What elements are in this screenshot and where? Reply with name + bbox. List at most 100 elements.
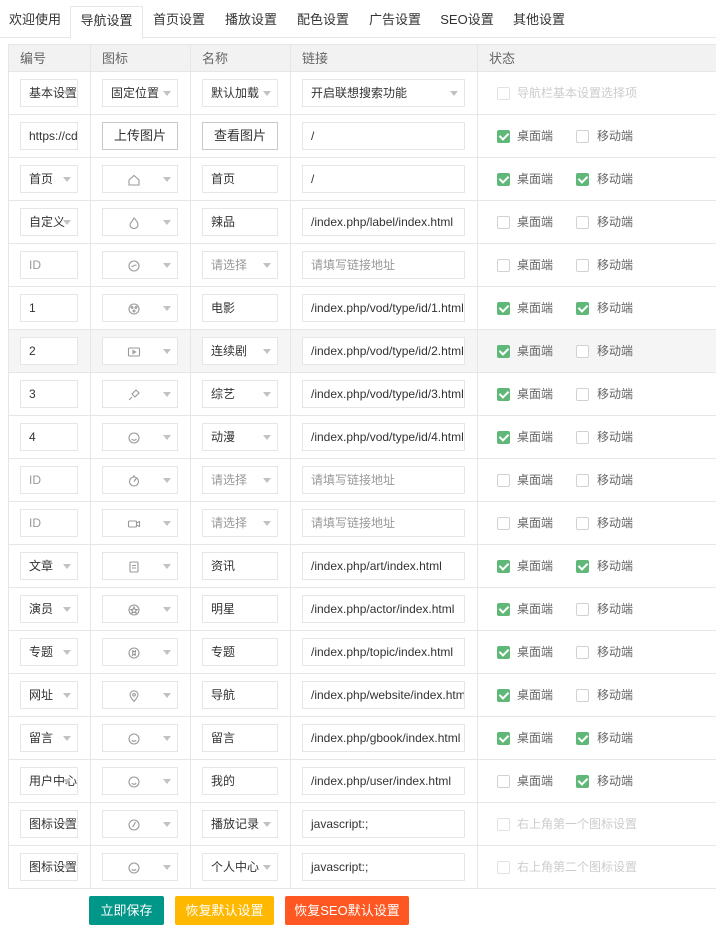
link-input[interactable]: /index.php/gbook/index.html (302, 724, 465, 752)
name-input[interactable]: 首页 (202, 165, 278, 193)
name-input[interactable]: 资讯 (202, 552, 278, 580)
id-select[interactable]: 图标设置 (20, 853, 78, 881)
position-select[interactable]: 固定位置 (102, 79, 178, 107)
save-button[interactable]: 立即保存 (89, 896, 164, 925)
icon-select[interactable] (102, 380, 178, 408)
id-select[interactable]: 留言 (20, 724, 78, 752)
mobile-checkbox[interactable] (576, 302, 589, 315)
link-input[interactable]: /index.php/vod/type/id/3.html (302, 380, 465, 408)
link-input[interactable]: /index.php/website/index.html (302, 681, 465, 709)
name-input[interactable]: 我的 (202, 767, 278, 795)
upload-image-button[interactable]: 上传图片 (102, 122, 178, 150)
name-select[interactable]: 请选择 (202, 466, 278, 494)
tab-1[interactable]: 欢迎使用 (0, 0, 70, 38)
tab-5[interactable]: 配色设置 (287, 0, 359, 38)
name-input[interactable]: 导航 (202, 681, 278, 709)
link-input[interactable]: 请填写链接地址 (302, 509, 465, 537)
tab-6[interactable]: 广告设置 (359, 0, 431, 38)
link-input[interactable]: 请填写链接地址 (302, 251, 465, 279)
name-input[interactable]: 电影 (202, 294, 278, 322)
desktop-checkbox[interactable] (497, 216, 510, 229)
id-select[interactable]: 首页 (20, 165, 78, 193)
desktop-checkbox[interactable] (497, 302, 510, 315)
id-input[interactable]: 4 (20, 423, 78, 451)
icon-select[interactable] (102, 552, 178, 580)
desktop-checkbox[interactable] (497, 431, 510, 444)
tab-2[interactable]: 导航设置 (70, 6, 143, 39)
mobile-checkbox[interactable] (576, 173, 589, 186)
link-input[interactable]: /index.php/user/index.html (302, 767, 465, 795)
desktop-checkbox[interactable] (497, 646, 510, 659)
search-option-select[interactable]: 开启联想搜索功能 (302, 79, 465, 107)
id-input[interactable]: ID (20, 509, 78, 537)
id-input[interactable]: 2 (20, 337, 78, 365)
id-select[interactable]: 演员 (20, 595, 78, 623)
link-input[interactable]: /index.php/vod/type/id/4.html (302, 423, 465, 451)
icon-select[interactable] (102, 208, 178, 236)
desktop-checkbox[interactable] (497, 388, 510, 401)
mobile-checkbox[interactable] (576, 431, 589, 444)
id-select[interactable]: 文章 (20, 552, 78, 580)
desktop-checkbox[interactable] (497, 517, 510, 530)
icon-select[interactable] (102, 337, 178, 365)
mobile-checkbox[interactable] (576, 646, 589, 659)
icon-select[interactable] (102, 681, 178, 709)
id-input[interactable]: 1 (20, 294, 78, 322)
link-input[interactable]: /index.php/vod/type/id/1.html (302, 294, 465, 322)
desktop-checkbox[interactable] (497, 689, 510, 702)
name-select[interactable]: 默认加载 (202, 79, 278, 107)
id-select[interactable]: 图标设置 (20, 810, 78, 838)
id-select[interactable]: 专题 (20, 638, 78, 666)
id-select[interactable]: 自定义 (20, 208, 78, 236)
mobile-checkbox[interactable] (576, 388, 589, 401)
mobile-checkbox[interactable] (576, 689, 589, 702)
icon-select[interactable] (102, 509, 178, 537)
tab-8[interactable]: 其他设置 (503, 0, 575, 38)
id-input[interactable]: https://cd (20, 122, 78, 150)
icon-select[interactable] (102, 724, 178, 752)
mobile-checkbox[interactable] (576, 603, 589, 616)
desktop-checkbox[interactable] (497, 732, 510, 745)
name-input[interactable]: 辣品 (202, 208, 278, 236)
id-input[interactable]: ID (20, 466, 78, 494)
name-select[interactable]: 请选择 (202, 509, 278, 537)
mobile-checkbox[interactable] (576, 216, 589, 229)
mobile-checkbox[interactable] (576, 775, 589, 788)
mobile-checkbox[interactable] (576, 517, 589, 530)
mobile-checkbox[interactable] (576, 560, 589, 573)
name-select[interactable]: 动漫 (202, 423, 278, 451)
id-select[interactable]: 网址 (20, 681, 78, 709)
tab-7[interactable]: SEO设置 (431, 0, 503, 38)
link-input[interactable]: /index.php/label/index.html (302, 208, 465, 236)
icon-select[interactable] (102, 595, 178, 623)
id-select[interactable]: 用户中心 (20, 767, 78, 795)
desktop-checkbox[interactable] (497, 130, 510, 143)
desktop-checkbox[interactable] (497, 560, 510, 573)
link-input[interactable]: javascript:; (302, 810, 465, 838)
id-input[interactable]: ID (20, 251, 78, 279)
desktop-checkbox[interactable] (497, 474, 510, 487)
tab-4[interactable]: 播放设置 (215, 0, 287, 38)
desktop-checkbox[interactable] (497, 345, 510, 358)
mobile-checkbox[interactable] (576, 130, 589, 143)
name-select[interactable]: 连续剧 (202, 337, 278, 365)
mobile-checkbox[interactable] (576, 345, 589, 358)
link-input[interactable]: /index.php/topic/index.html (302, 638, 465, 666)
icon-select[interactable] (102, 638, 178, 666)
mobile-checkbox[interactable] (576, 732, 589, 745)
link-input[interactable]: / (302, 165, 465, 193)
id-input[interactable]: 3 (20, 380, 78, 408)
name-select[interactable]: 综艺 (202, 380, 278, 408)
link-input[interactable]: /index.php/art/index.html (302, 552, 465, 580)
mobile-checkbox[interactable] (576, 474, 589, 487)
tab-3[interactable]: 首页设置 (143, 0, 215, 38)
desktop-checkbox[interactable] (497, 603, 510, 616)
name-input[interactable]: 专题 (202, 638, 278, 666)
icon-select[interactable] (102, 294, 178, 322)
icon-select[interactable] (102, 165, 178, 193)
name-input[interactable]: 留言 (202, 724, 278, 752)
icon-select[interactable] (102, 466, 178, 494)
name-select[interactable]: 个人中心 (202, 853, 278, 881)
desktop-checkbox[interactable] (497, 775, 510, 788)
icon-select[interactable] (102, 423, 178, 451)
